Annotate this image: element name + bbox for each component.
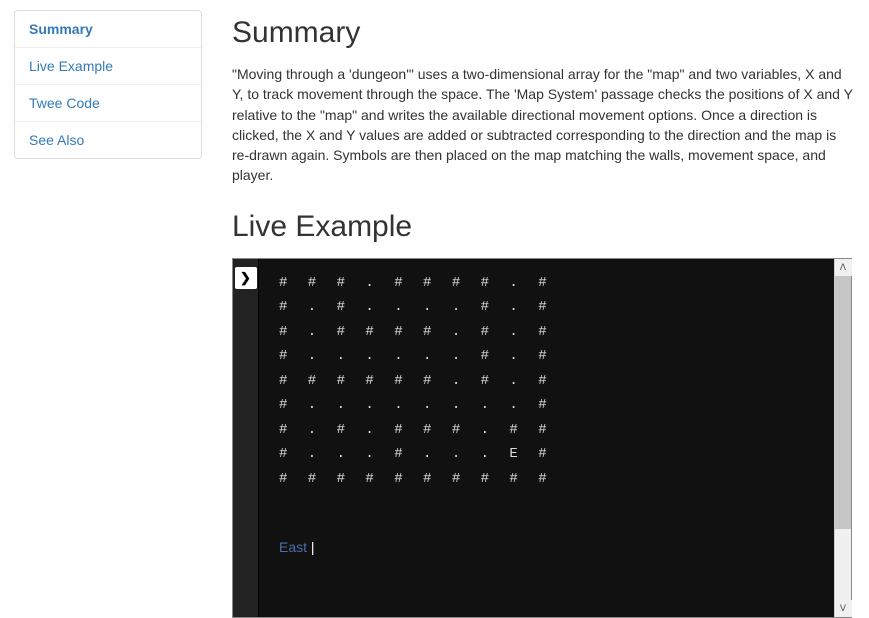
- dungeon-map: # # # . # # # # . # # . # . . . . # . # …: [279, 271, 814, 492]
- sidebar-item-see-also[interactable]: See Also: [15, 122, 201, 158]
- scroll-down-icon[interactable]: ᐯ: [835, 600, 852, 617]
- sidebar-item-summary[interactable]: Summary: [15, 11, 201, 48]
- direction-row: East |: [279, 539, 814, 555]
- scroll-thumb[interactable]: [835, 276, 851, 529]
- live-example-frame: ❯ # # # . # # # # . # # . # . . . . # . …: [232, 258, 852, 618]
- frame-sidebar: ❯: [233, 259, 259, 617]
- frame-content: # # # . # # # # . # # . # . . . . # . # …: [259, 259, 834, 617]
- sidebar-item-twee-code[interactable]: Twee Code: [15, 85, 201, 122]
- summary-text: "Moving through a 'dungeon'" uses a two-…: [232, 64, 855, 186]
- live-example-heading: Live Example: [232, 210, 855, 244]
- sidebar-nav: Summary Live Example Twee Code See Also: [14, 10, 202, 159]
- separator-text: |: [311, 539, 315, 555]
- expand-icon[interactable]: ❯: [235, 267, 257, 289]
- scroll-up-icon[interactable]: ᐱ: [835, 259, 852, 276]
- scrollbar[interactable]: ᐱ ᐯ: [834, 259, 851, 617]
- summary-heading: Summary: [232, 16, 855, 50]
- main-content: Summary "Moving through a 'dungeon'" use…: [202, 10, 855, 584]
- scroll-track[interactable]: [835, 276, 851, 600]
- sidebar-item-live-example[interactable]: Live Example: [15, 48, 201, 85]
- east-link[interactable]: East: [279, 539, 307, 555]
